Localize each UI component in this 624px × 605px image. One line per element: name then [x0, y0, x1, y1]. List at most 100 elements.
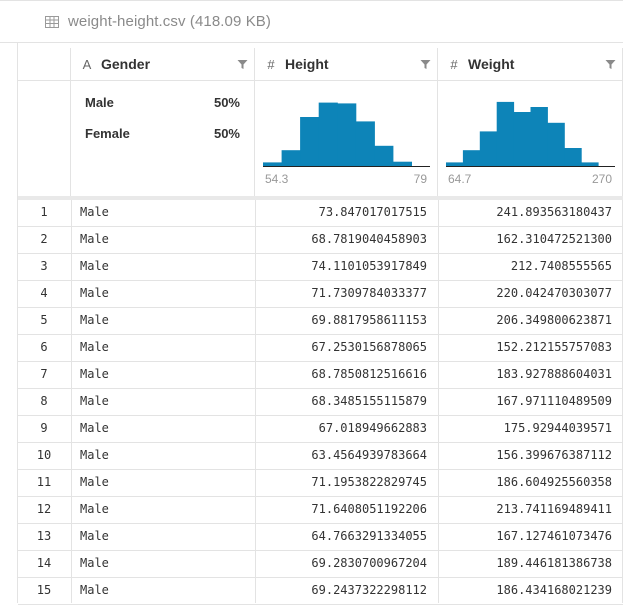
- height-cell: 67.2530156878065: [311, 340, 427, 354]
- histogram-bar: [547, 122, 565, 166]
- table-row[interactable]: 11 Male 71.1953822829745 186.604925560358: [18, 470, 623, 497]
- table-row[interactable]: 4 Male 71.7309784033377 220.042470303077: [18, 281, 623, 308]
- range-max: 270: [591, 172, 612, 186]
- histogram-bar: [374, 145, 394, 166]
- range-min: 54.3: [265, 172, 289, 186]
- table-row[interactable]: 12 Male 71.6408051192206 213.741169489411: [18, 497, 623, 524]
- histogram-bar: [281, 150, 301, 166]
- height-cell: 68.7819040458903: [311, 232, 427, 246]
- row-index: 13: [36, 529, 52, 543]
- gender-cell: Male: [80, 583, 109, 597]
- weight-column-header[interactable]: # Weight 64.7 270: [438, 48, 623, 196]
- gender-cell: Male: [80, 313, 109, 327]
- table-row[interactable]: 6 Male 67.2530156878065 152.212155757083: [18, 335, 623, 362]
- height-cell: 69.2437322298112: [311, 583, 427, 597]
- weight-cell: 186.434168021239: [496, 583, 612, 597]
- height-cell: 73.847017017515: [318, 205, 427, 219]
- row-index: 8: [40, 394, 48, 408]
- histogram-bar: [496, 101, 515, 166]
- gender-cell: Male: [80, 475, 109, 489]
- gender-column-header[interactable]: A Gender Male 50% Female 50%: [71, 48, 255, 196]
- column-name: Weight: [468, 56, 515, 72]
- row-index: 6: [40, 340, 48, 354]
- height-cell: 74.1101053917849: [311, 259, 427, 273]
- column-header-row: A Gender Male 50% Female 50% # Height 54…: [18, 48, 623, 196]
- weight-cell: 206.349800623871: [496, 313, 612, 327]
- histogram-bar: [263, 162, 283, 166]
- row-index: 1: [40, 205, 48, 219]
- table-row[interactable]: 15 Male 69.2437322298112 186.434168021239: [18, 578, 623, 605]
- numeric-type-icon: #: [267, 56, 275, 72]
- histogram-bar: [318, 102, 338, 166]
- table-row[interactable]: 13 Male 64.7663291334055 167.127461073476: [18, 524, 623, 551]
- table-row[interactable]: 1 Male 73.847017017515 241.893563180437: [18, 200, 623, 227]
- row-index: 4: [40, 286, 48, 300]
- weight-histogram: [446, 101, 615, 167]
- weight-cell: 213.741169489411: [496, 502, 612, 516]
- height-cell: 63.4564939783664: [311, 448, 427, 462]
- gender-cell: Male: [80, 286, 109, 300]
- weight-cell: 162.310472521300: [496, 232, 612, 246]
- weight-cell: 220.042470303077: [496, 286, 612, 300]
- gender-cell: Male: [80, 340, 109, 354]
- gender-cell: Male: [80, 394, 109, 408]
- filter-icon[interactable]: [237, 59, 248, 70]
- table-row[interactable]: 8 Male 68.3485155115879 167.971110489509: [18, 389, 623, 416]
- column-name: Height: [285, 56, 329, 72]
- row-index: 10: [36, 448, 52, 462]
- histogram-bar: [392, 161, 412, 166]
- height-cell: 68.3485155115879: [311, 394, 427, 408]
- height-cell: 71.6408051192206: [311, 502, 427, 516]
- file-title: weight-height.csv (418.09 KB): [68, 13, 272, 30]
- gender-cell: Male: [80, 367, 109, 381]
- height-cell: 64.7663291334055: [311, 529, 427, 543]
- row-index: 2: [40, 232, 48, 246]
- table-row[interactable]: 9 Male 67.018949662883 175.92944039571: [18, 416, 623, 443]
- table-row[interactable]: 10 Male 63.4564939783664 156.399676387112: [18, 443, 623, 470]
- height-cell: 67.018949662883: [318, 421, 427, 435]
- table-row[interactable]: 7 Male 68.7850812516616 183.927888604031: [18, 362, 623, 389]
- gender-cell: Male: [80, 556, 109, 570]
- row-index: 9: [40, 421, 48, 435]
- weight-cell: 189.446181386738: [496, 556, 612, 570]
- filter-icon[interactable]: [420, 59, 431, 70]
- histogram-bar: [446, 162, 464, 166]
- table-icon: [45, 15, 59, 28]
- column-name: Gender: [101, 56, 151, 72]
- height-histogram: [263, 102, 430, 167]
- histogram-bar: [513, 112, 531, 166]
- file-title-bar: weight-height.csv (418.09 KB): [0, 0, 623, 43]
- category-label: Female: [85, 126, 130, 141]
- height-column-header[interactable]: # Height 54.3 79: [255, 48, 438, 196]
- string-type-icon: A: [82, 56, 92, 72]
- table-row[interactable]: 2 Male 68.7819040458903 162.310472521300: [18, 227, 623, 254]
- gender-cell: Male: [80, 205, 109, 219]
- row-index: 3: [40, 259, 48, 273]
- weight-cell: 183.927888604031: [496, 367, 612, 381]
- table-row[interactable]: 3 Male 74.1101053917849 212.7408555565: [18, 254, 623, 281]
- height-cell: 71.1953822829745: [311, 475, 427, 489]
- gender-cell: Male: [80, 232, 109, 246]
- height-cell: 69.2830700967204: [311, 556, 427, 570]
- category-stat-male: Male 50%: [85, 95, 240, 110]
- weight-cell: 175.92944039571: [503, 421, 612, 435]
- table-row[interactable]: 5 Male 69.8817958611153 206.349800623871: [18, 308, 623, 335]
- category-percent: 50%: [213, 126, 240, 141]
- index-column-header: [18, 48, 71, 196]
- table-row[interactable]: 14 Male 69.2830700967204 189.446181386738: [18, 551, 623, 578]
- row-index: 14: [36, 556, 52, 570]
- category-stat-female: Female 50%: [85, 126, 240, 141]
- histogram-bar: [479, 131, 498, 166]
- height-cell: 68.7850812516616: [311, 367, 427, 381]
- histogram-bar: [564, 148, 582, 166]
- filter-icon[interactable]: [605, 59, 616, 70]
- height-cell: 69.8817958611153: [311, 313, 427, 327]
- range-max: 79: [413, 172, 427, 186]
- row-index: 7: [40, 367, 48, 381]
- weight-cell: 212.7408555565: [510, 259, 612, 273]
- weight-cell: 241.893563180437: [496, 205, 612, 219]
- weight-cell: 186.604925560358: [496, 475, 612, 489]
- category-percent: 50%: [213, 95, 240, 110]
- histogram-bar: [530, 107, 548, 166]
- histogram-bar: [355, 121, 375, 166]
